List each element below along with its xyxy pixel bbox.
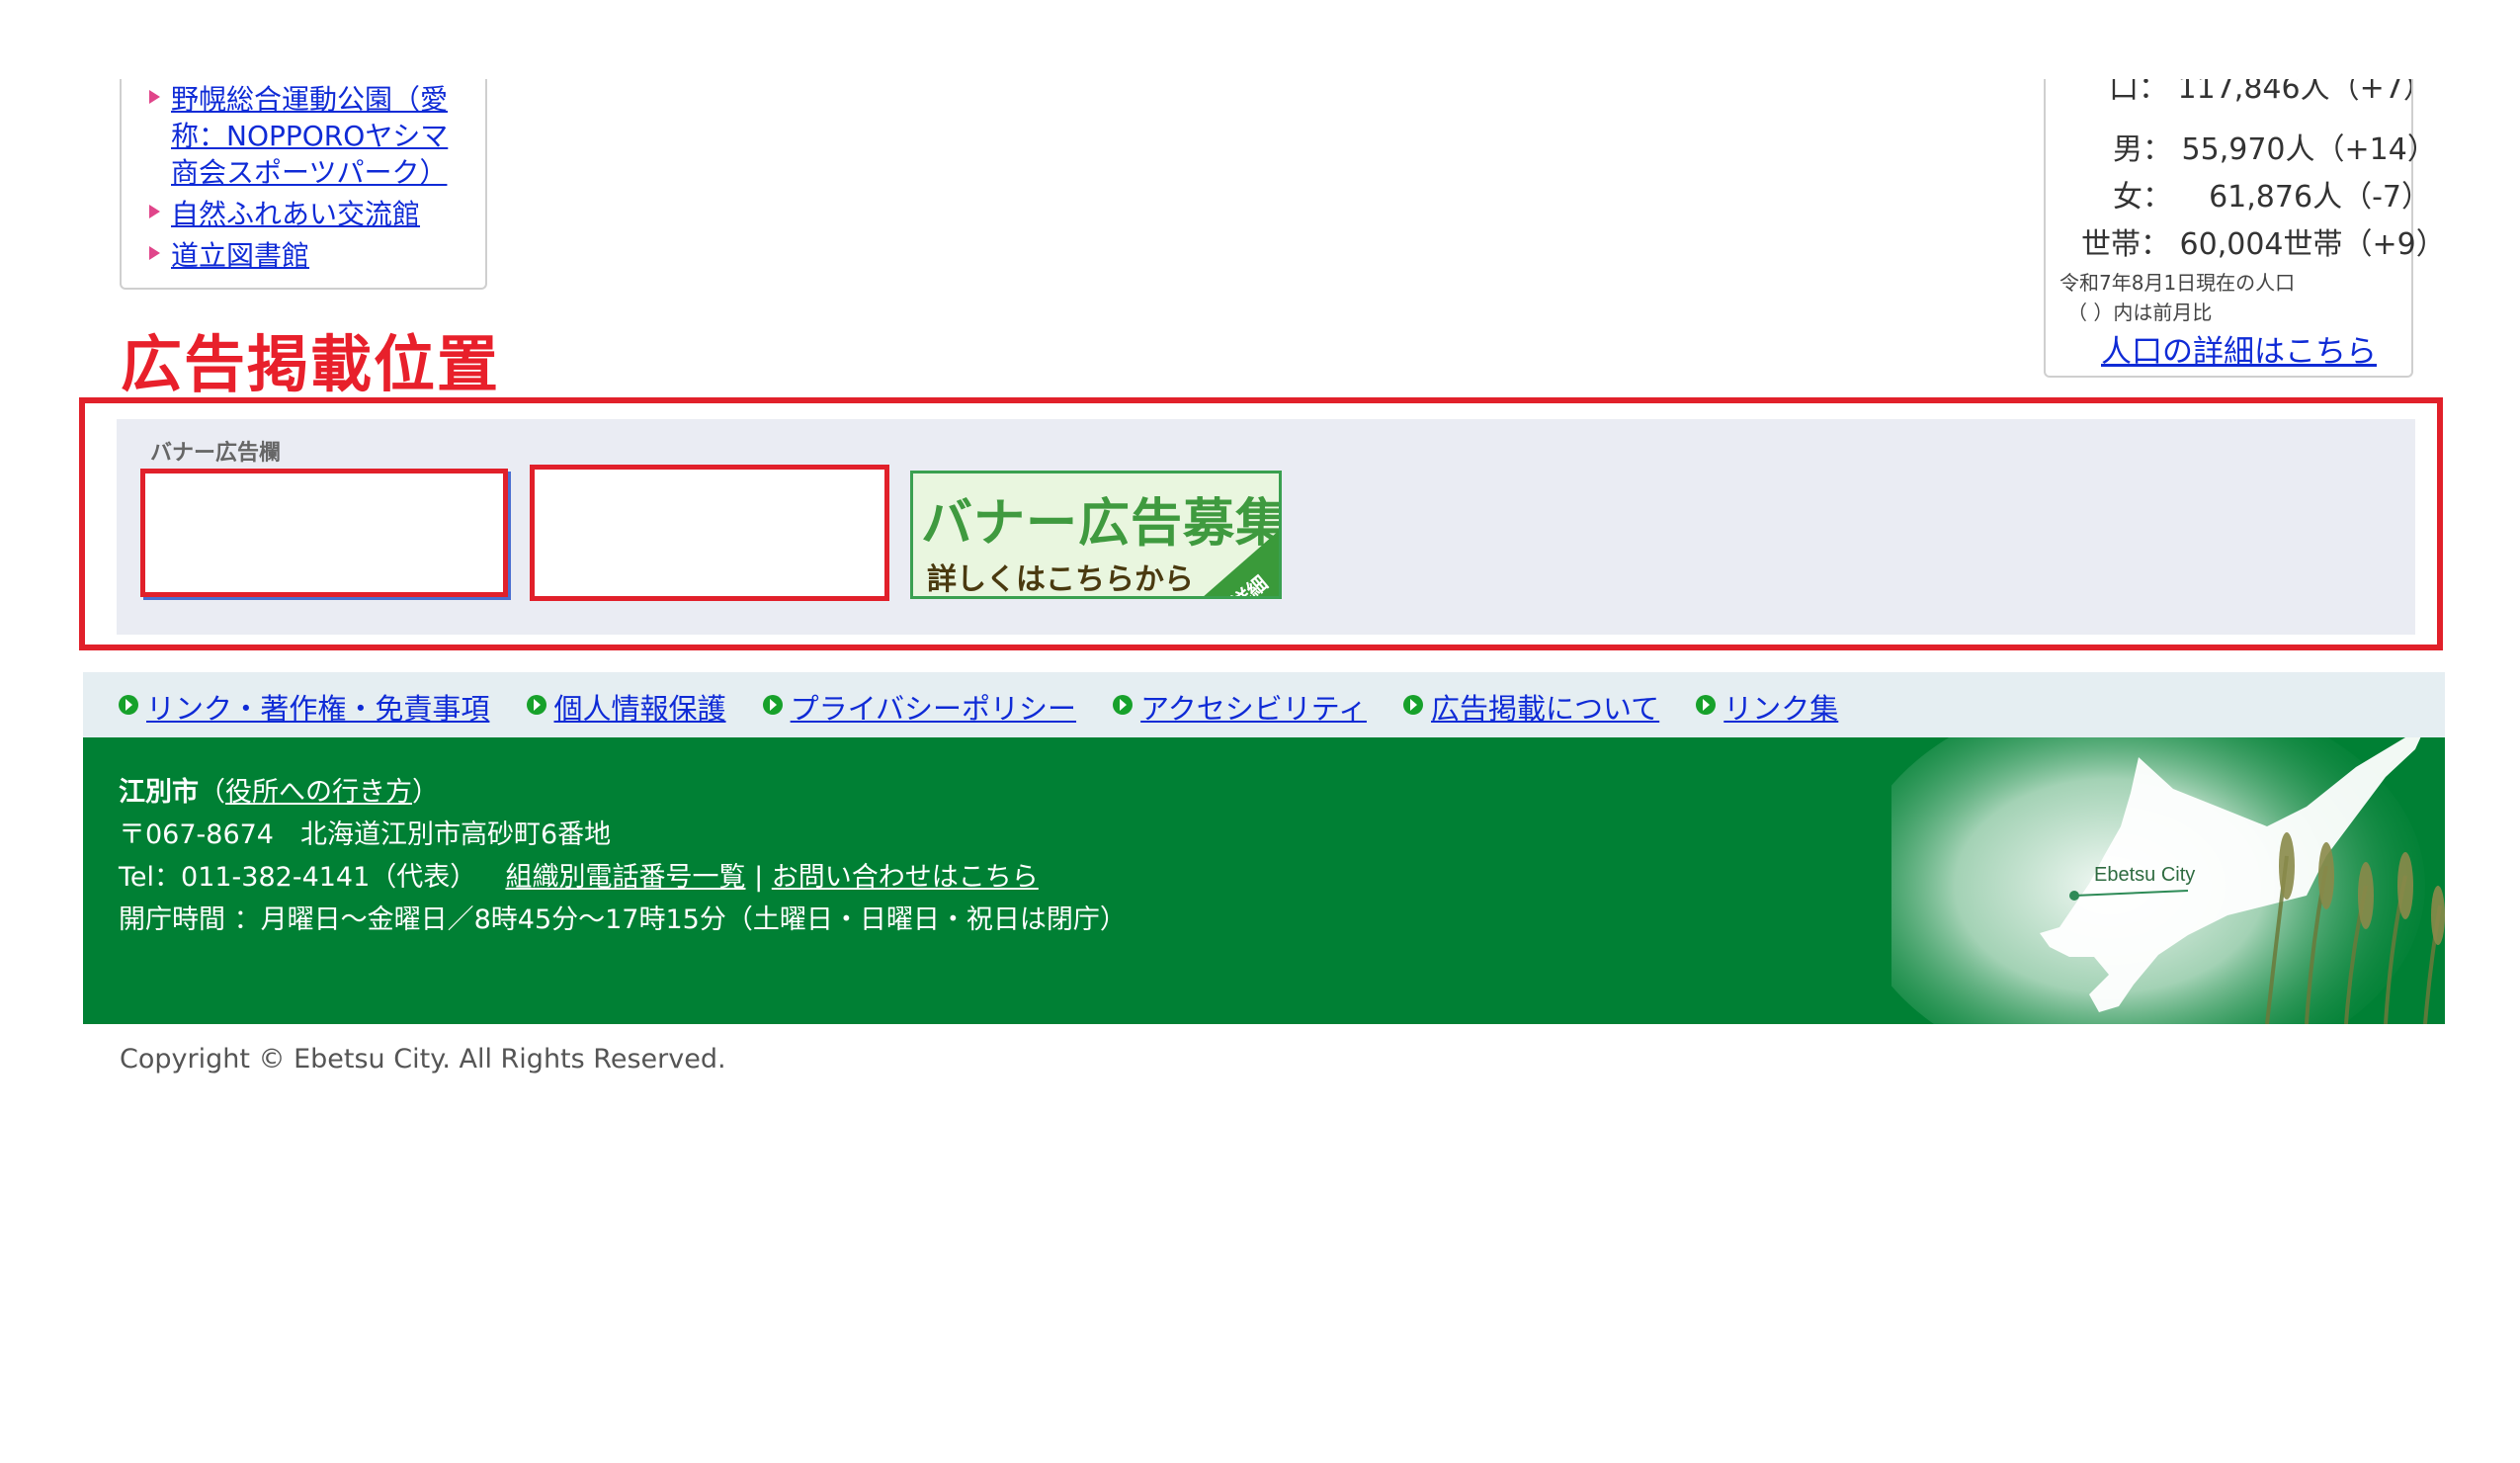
list-item: プライバシーポリシー xyxy=(762,686,1076,728)
footer-separator: | xyxy=(754,862,764,893)
banner-caption: バナー広告欄 xyxy=(150,441,282,466)
population-note-compare: （ ）内は前月比 xyxy=(2067,301,2213,324)
population-households-label: 世帯： xyxy=(2081,227,2170,262)
footer-link-advertising[interactable]: 広告掲載について xyxy=(1431,692,1659,726)
footer-city-name: 江別市 xyxy=(119,777,199,808)
population-note-date: 令和7年8月1日現在の人口 xyxy=(2059,271,2296,295)
map-pin-icon xyxy=(2069,891,2079,901)
banner-ad-panel: バナー広告欄 バナー広告募集中 詳しくはこちらから 詳細 xyxy=(117,419,2415,635)
arrow-circle-icon xyxy=(762,695,783,715)
list-item: 道立図書館 xyxy=(145,237,471,274)
arrow-circle-icon xyxy=(1696,695,1717,715)
list-item: 野幌総合運動公園（愛称：NOPPOROヤシマ商会スポーツパーク） xyxy=(145,81,471,191)
facility-link-library[interactable]: 道立図書館 xyxy=(171,239,309,272)
banner-recruit-button[interactable]: バナー広告募集中 詳しくはこちらから 詳細 xyxy=(910,471,1282,599)
population-box: 口： 117,846人（+7） 男： 55,970人（+14） 女： 61,87… xyxy=(2044,79,2446,378)
footer-paren-open: （ xyxy=(199,777,225,808)
facility-list: 野幌総合運動公園（愛称：NOPPOROヤシマ商会スポーツパーク） 自然ふれあい交… xyxy=(145,81,471,279)
copyright-text: Copyright © Ebetsu City. All Rights Rese… xyxy=(120,1044,726,1075)
footer-paren-close: ） xyxy=(412,777,439,808)
footer-link-links[interactable]: リンク集 xyxy=(1723,692,1838,726)
arrow-circle-icon xyxy=(119,695,138,715)
list-item: 個人情報保護 xyxy=(526,686,726,728)
facility-link-nopporo-park[interactable]: 野幌総合運動公園（愛称：NOPPOROヤシマ商会スポーツパーク） xyxy=(171,83,448,189)
population-total-label: 口： xyxy=(2109,79,2168,106)
hokkaido-map-illustration: Ebetsu City xyxy=(1891,737,2445,1024)
footer-link-accessibility[interactable]: アクセシビリティ xyxy=(1140,692,1367,726)
facility-list-box: 野幌総合運動公園（愛称：NOPPOROヤシマ商会スポーツパーク） 自然ふれあい交… xyxy=(120,79,487,290)
footer-contact-link[interactable]: お問い合わせはこちら xyxy=(772,862,1039,893)
banner-slot-2[interactable] xyxy=(530,465,889,601)
footer-hours: 開庁時間 ：月曜日～金曜日／8時45分～17時15分（土曜日・日曜日・祝日は閉庁… xyxy=(119,904,1127,935)
footer-link-copyright[interactable]: リンク・著作権・免責事項 xyxy=(146,692,489,726)
list-item: 広告掲載について xyxy=(1403,686,1659,728)
list-item: 自然ふれあい交流館 xyxy=(145,196,471,232)
list-item: リンク集 xyxy=(1696,686,1838,728)
footer-tel-line: Tel：011-382-4141（代表） 組織別電話番号一覧 | お問い合わせは… xyxy=(119,856,1127,899)
population-total-value: 117,846人（+7） xyxy=(2177,79,2411,106)
arrow-circle-icon xyxy=(526,695,546,715)
footer-main: 江別市（役所への行き方） 〒067-8674 北海道江別市高砂町6番地 Tel：… xyxy=(83,737,2445,1024)
map-label: Ebetsu City xyxy=(2094,864,2195,886)
footer-directions-link[interactable]: 役所への行き方 xyxy=(225,777,412,808)
facility-link-nature-center[interactable]: 自然ふれあい交流館 xyxy=(171,198,420,230)
population-male-row: 男： 55,970人（+14） xyxy=(2113,125,2437,168)
footer-city-line: 江別市（役所への行き方） xyxy=(119,771,1127,814)
population-total-clipped: 口： 117,846人（+7） xyxy=(2046,79,2411,107)
recruit-subtitle: 詳しくはこちらから xyxy=(927,562,1194,597)
population-female-value: 61,876人（-7） xyxy=(2209,180,2431,215)
arrow-circle-icon xyxy=(1113,695,1134,715)
footer-dept-phone-link[interactable]: 組織別電話番号一覧 xyxy=(505,862,745,893)
footer-contact-info: 江別市（役所への行き方） 〒067-8674 北海道江別市高砂町6番地 Tel：… xyxy=(119,771,1127,941)
population-detail-link[interactable]: 人口の詳細はこちら xyxy=(2101,326,2377,371)
footer-link-list: リンク・著作権・免責事項 個人情報保護 プライバシーポリシー アクセシビリティ … xyxy=(119,686,1870,728)
list-item: リンク・著作権・免責事項 xyxy=(119,686,489,728)
footer-link-privacy-policy[interactable]: プライバシーポリシー xyxy=(791,692,1076,726)
population-male-value: 55,970人（+14） xyxy=(2181,132,2437,167)
footer-tel: Tel：011-382-4141（代表） xyxy=(119,862,477,893)
population-female-row: 女： 61,876人（-7） xyxy=(2113,172,2431,215)
population-male-label: 男： xyxy=(2113,132,2172,167)
list-item: アクセシビリティ xyxy=(1113,686,1367,728)
arrow-circle-icon xyxy=(1403,695,1424,715)
banner-slot-1[interactable] xyxy=(140,469,508,597)
population-female-label: 女： xyxy=(2113,180,2172,215)
footer-link-bar: リンク・著作権・免責事項 個人情報保護 プライバシーポリシー アクセシビリティ … xyxy=(83,672,2445,737)
triangle-bullet-icon xyxy=(149,205,160,218)
footer-address: 〒067-8674 北海道江別市高砂町6番地 xyxy=(119,819,612,850)
population-households-row: 世帯： 60,004世帯（+9） xyxy=(2081,219,2446,263)
triangle-bullet-icon xyxy=(149,90,160,104)
population-households-value: 60,004世帯（+9） xyxy=(2179,227,2446,262)
footer-link-privacy-protection[interactable]: 個人情報保護 xyxy=(554,692,726,726)
triangle-bullet-icon xyxy=(149,246,160,260)
population-total-row: 口： 117,846人（+7） xyxy=(2109,79,2411,107)
ad-position-heading: 広告掲載位置 xyxy=(121,328,501,400)
